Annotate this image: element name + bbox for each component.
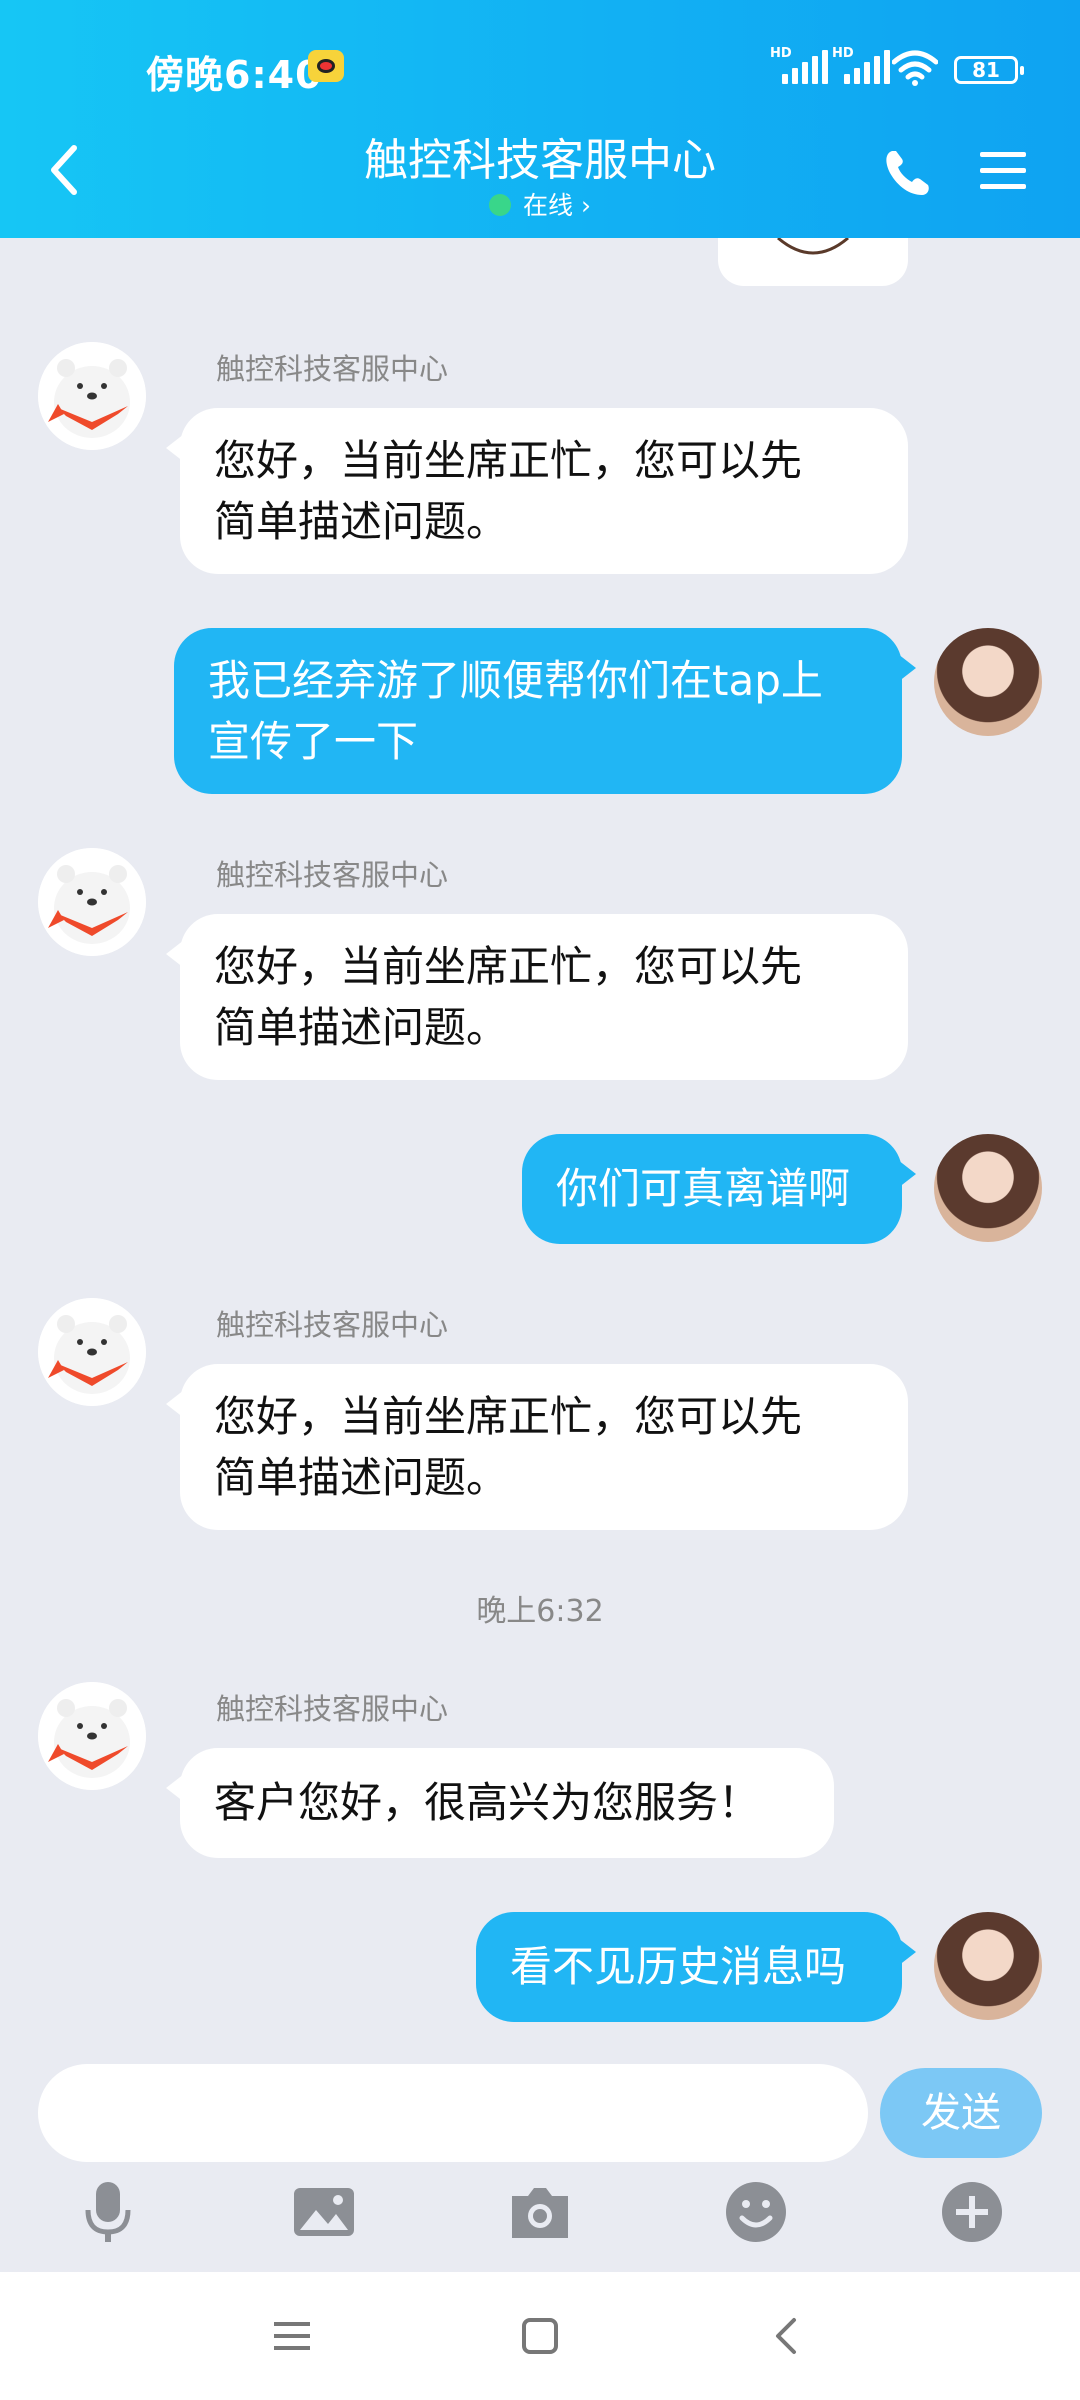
wifi-icon xyxy=(892,50,938,86)
camera-icon[interactable] xyxy=(508,2180,572,2244)
microphone-icon[interactable] xyxy=(76,2180,140,2244)
chat-message-list[interactable]: 触控科技客服中心 您好，当前坐席正忙，您可以先 简单描述问题。 我已经弃游了顺便帮… xyxy=(0,238,1080,2053)
battery-indicator: 81 xyxy=(954,56,1024,84)
system-nav-bar xyxy=(0,2272,1080,2400)
sender-name: 触控科技客服中心 xyxy=(216,858,449,892)
agent-avatar[interactable] xyxy=(38,342,146,450)
user-avatar[interactable] xyxy=(934,1912,1042,2020)
sender-name: 触控科技客服中心 xyxy=(216,1692,449,1726)
sender-name: 触控科技客服中心 xyxy=(216,352,449,386)
signal-icon: HD xyxy=(770,46,828,84)
message-timestamp: 晚上6:32 xyxy=(476,1594,604,1629)
sticker-image[interactable] xyxy=(718,238,908,286)
presence-label: 在线 › xyxy=(523,191,591,220)
status-time: 傍晚6:40 xyxy=(146,53,323,97)
message-bubble[interactable]: 您好，当前坐席正忙，您可以先 简单描述问题。 xyxy=(166,914,908,1080)
message-bubble[interactable]: 您好，当前坐席正忙，您可以先 简单描述问题。 xyxy=(166,1364,908,1530)
menu-icon[interactable] xyxy=(978,148,1028,194)
signal-icon: HD xyxy=(832,46,890,84)
message-bubble[interactable]: 我已经弃游了顺便帮你们在tap上 宣传了一下 xyxy=(174,628,916,794)
sender-name: 触控科技客服中心 xyxy=(216,1308,449,1342)
message-bubble[interactable]: 您好，当前坐席正忙，您可以先 简单描述问题。 xyxy=(166,408,908,574)
message-bubble[interactable]: 看不见历史消息吗 xyxy=(476,1912,916,2022)
back-icon[interactable] xyxy=(764,2312,812,2360)
send-button[interactable]: 发送 xyxy=(880,2068,1042,2158)
home-icon[interactable] xyxy=(516,2312,564,2360)
phone-icon[interactable] xyxy=(880,145,936,201)
agent-avatar[interactable] xyxy=(38,1682,146,1790)
online-dot-icon xyxy=(489,194,512,216)
emoji-icon[interactable] xyxy=(724,2180,788,2244)
message-bubble[interactable]: 你们可真离谱啊 xyxy=(522,1134,916,1244)
message-bubble[interactable]: 客户您好，很高兴为您服务！ xyxy=(166,1748,834,1858)
user-avatar[interactable] xyxy=(934,1134,1042,1242)
agent-avatar[interactable] xyxy=(38,848,146,956)
plus-icon[interactable] xyxy=(940,2180,1004,2244)
image-icon[interactable] xyxy=(292,2180,356,2244)
agent-avatar[interactable] xyxy=(38,1298,146,1406)
input-toolbar xyxy=(0,2180,1080,2270)
chat-header: 傍晚6:40 HD HD 81 触控科技客服中心 在线 › xyxy=(0,0,1080,238)
weibo-notification-icon xyxy=(308,50,344,82)
menu-icon[interactable] xyxy=(268,2312,316,2360)
user-avatar[interactable] xyxy=(934,628,1042,736)
message-input[interactable] xyxy=(38,2064,868,2162)
